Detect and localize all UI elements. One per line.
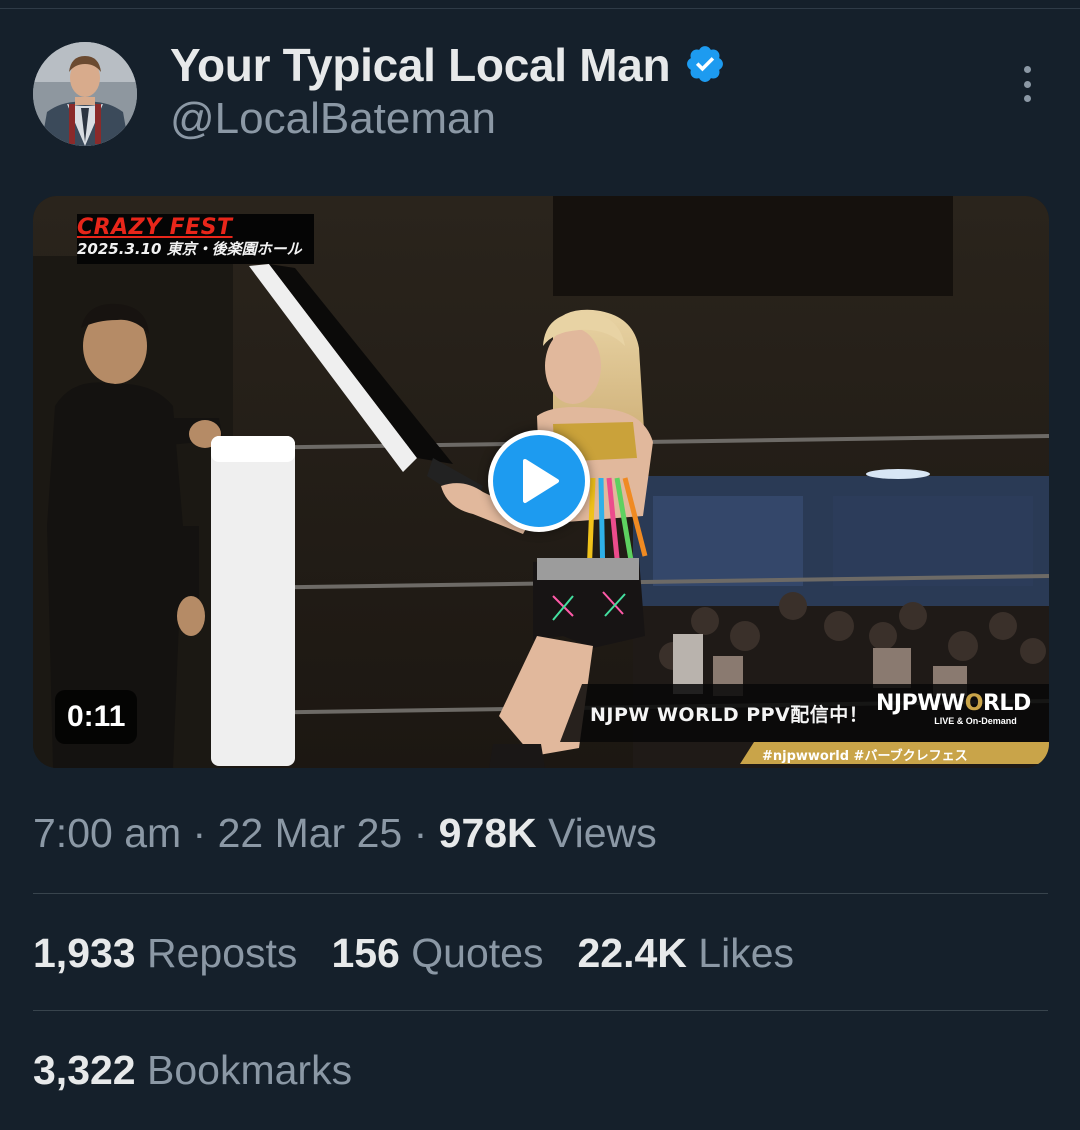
meta-separator: · [402,810,439,856]
bookmarks-count: 3,322 [33,1047,136,1093]
video-player[interactable]: CRAZY FEST 2025.3.10 東京・後楽園ホール 0:11 NJPW… [33,196,1049,768]
verified-badge-icon [687,46,723,82]
event-overlay: CRAZY FEST 2025.3.10 東京・後楽園ホール [77,214,314,264]
quotes-label: Quotes [411,930,544,976]
author-handle[interactable]: @LocalBateman [170,94,496,144]
logo-part-gold: O [964,691,984,716]
reposts-count: 1,933 [33,930,136,976]
reposts-label: Reposts [147,930,298,976]
event-date: 2025.3.10 東京・後楽園ホール [77,240,302,258]
reposts-stat[interactable]: 1,933 Reposts [33,930,297,977]
top-divider [0,8,1080,9]
views-label: Views [548,810,657,856]
likes-stat[interactable]: 22.4K Likes [577,930,794,977]
play-button[interactable] [488,430,590,532]
more-dot [1023,66,1031,73]
bookmarks-label: Bookmarks [147,1047,353,1093]
avatar-image [33,42,137,146]
logo-part-a: NJPW [876,691,942,716]
quotes-stat[interactable]: 156 Quotes [331,930,543,977]
avatar[interactable] [33,42,137,146]
meta-separator: · [181,810,218,856]
video-duration: 0:11 [55,690,138,744]
divider [33,893,1048,894]
tweet-date[interactable]: 22 Mar 25 [218,810,403,856]
quotes-count: 156 [331,930,400,976]
more-dot [1023,95,1031,102]
event-title: CRAZY FEST [77,215,233,240]
more-options-icon[interactable] [1010,62,1044,106]
logo-part-b: W [941,691,965,716]
logo-wordmark: NJPWWORLD [876,692,1031,716]
likes-label: Likes [698,930,795,976]
more-dot [1023,80,1031,88]
tweet-meta: 7:00 am · 22 Mar 25 · 978K Views [33,810,657,857]
tweet-time[interactable]: 7:00 am [33,810,181,856]
author-name[interactable]: Your Typical Local Man [170,38,671,92]
njpw-world-logo: NJPWWORLD LIVE & On-Demand [876,692,1031,727]
hashtag-bar: #njpwworld #バーブクレフェス [740,742,1049,764]
hashtag-text: #njpwworld #バーブクレフェス [762,749,968,764]
ppv-banner: NJPW WORLD PPV配信中！ NJPWWORLD LIVE & On-D… [560,684,1049,768]
play-icon [523,459,559,503]
engagement-stats: 1,933 Reposts 156 Quotes 22.4K Likes [33,930,794,977]
bookmarks-stat[interactable]: 3,322 Bookmarks [33,1047,352,1094]
ppv-text: NJPW WORLD PPV配信中！ [590,704,869,726]
likes-count: 22.4K [577,930,687,976]
logo-part-c: RLD [982,691,1031,716]
logo-subtitle: LIVE & On-Demand [934,716,1017,726]
views-count: 978K [438,810,537,856]
divider [33,1010,1048,1011]
